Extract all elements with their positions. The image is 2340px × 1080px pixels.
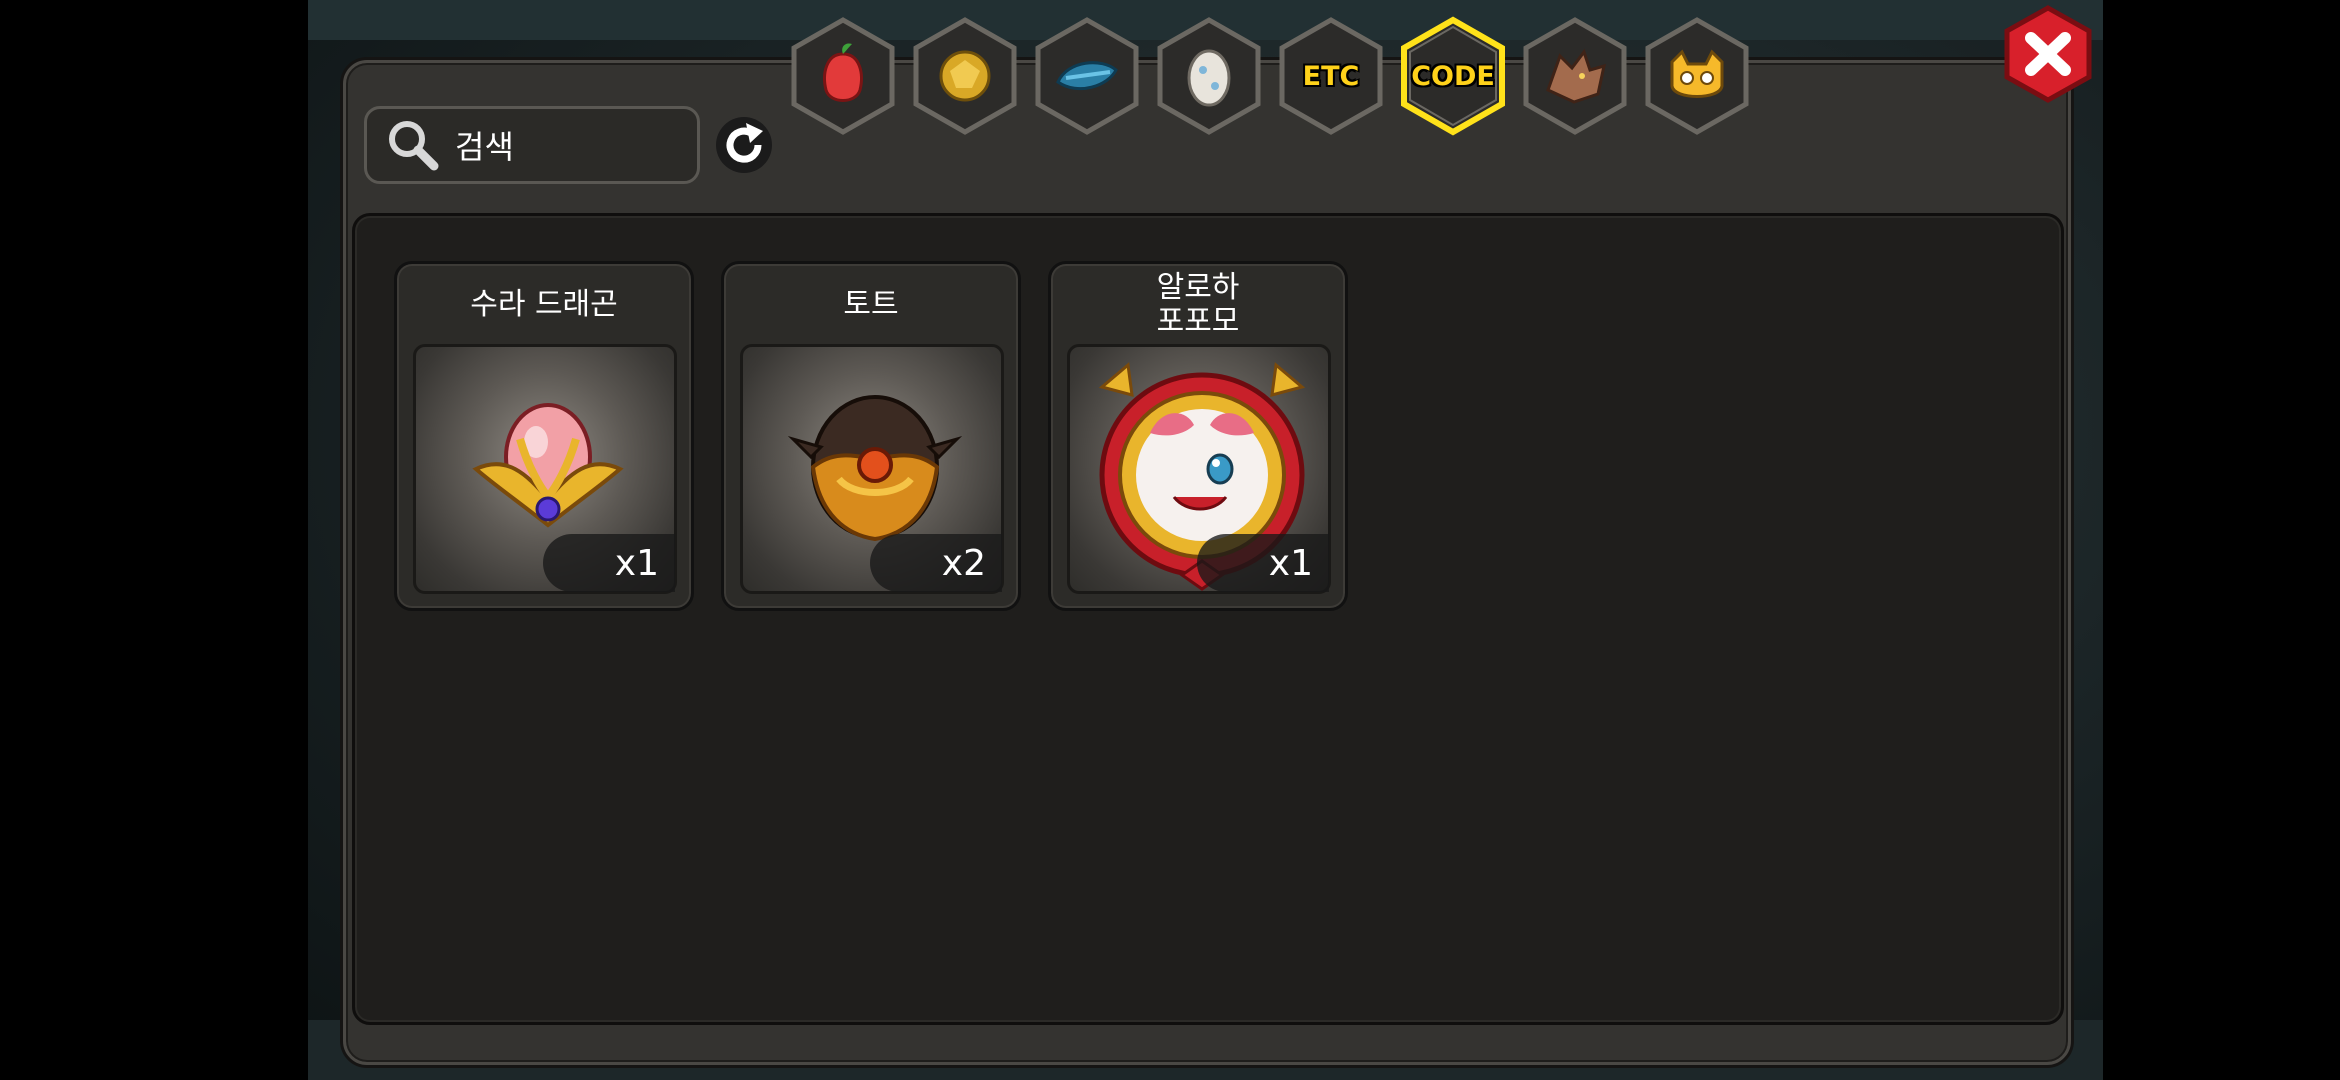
tab-label: [910, 16, 1020, 136]
item-name: 수라 드래곤: [470, 287, 618, 322]
search-placeholder: 검색: [455, 128, 514, 166]
tab-dragon[interactable]: [1520, 16, 1630, 136]
tab-etc[interactable]: ETC: [1276, 16, 1386, 136]
item-quantity: x2: [870, 534, 1002, 592]
tab-label: [1642, 16, 1752, 136]
tab-monster[interactable]: [1642, 16, 1752, 136]
item-card[interactable]: 토트 x2: [721, 261, 1021, 611]
tab-gold-ore[interactable]: [910, 16, 1020, 136]
tab-label: [1520, 16, 1630, 136]
search-input[interactable]: 검색: [364, 106, 700, 184]
item-quantity: x1: [1197, 534, 1329, 592]
item-name: 알로하 포포모: [1156, 270, 1240, 339]
tab-label: [788, 16, 898, 136]
refresh-icon[interactable]: [713, 114, 775, 176]
tab-blue-fish[interactable]: [1032, 16, 1142, 136]
tab-egg[interactable]: [1154, 16, 1264, 136]
item-card[interactable]: 알로하 포포모 x1: [1048, 261, 1348, 611]
item-card[interactable]: 수라 드래곤 x1: [394, 261, 694, 611]
item-name: 토트: [843, 287, 899, 322]
close-button[interactable]: [2001, 4, 2095, 104]
tab-label: [1154, 16, 1264, 136]
tab-label: [1032, 16, 1142, 136]
magnifier-icon: [389, 121, 439, 171]
tab-label: ETC: [1302, 60, 1360, 92]
tab-code[interactable]: CODE: [1398, 16, 1508, 136]
tab-fruit[interactable]: [788, 16, 898, 136]
item-quantity: x1: [543, 534, 675, 592]
tab-label: CODE: [1411, 60, 1495, 92]
